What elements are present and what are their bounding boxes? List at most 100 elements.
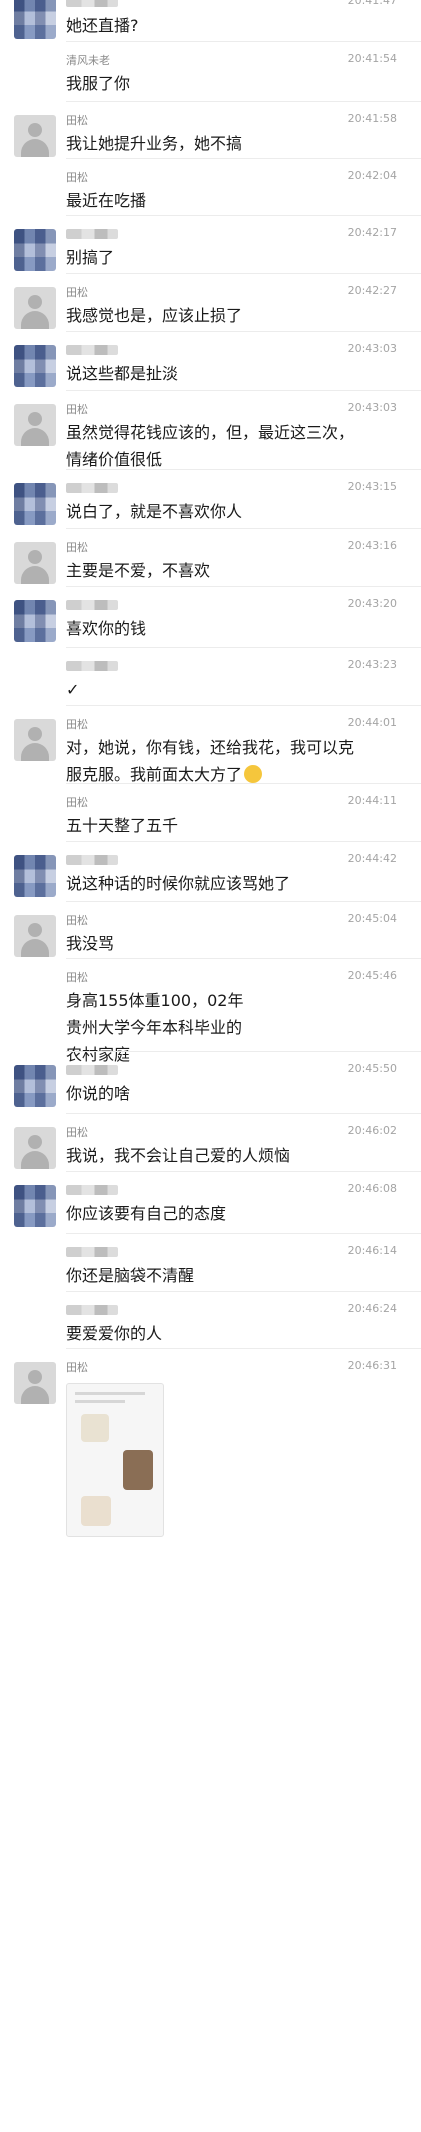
- sender-name-redacted: [66, 600, 118, 610]
- sender-avatar[interactable]: [14, 719, 56, 761]
- chat-message[interactable]: 田松 20:44:11 五十天整了五千: [0, 784, 421, 842]
- sender-name: 田松: [66, 541, 88, 554]
- chat-message[interactable]: 20:46:08 你应该要有自己的态度: [0, 1172, 421, 1234]
- sender-name-redacted: [66, 1185, 118, 1195]
- image-attachment[interactable]: [66, 1383, 164, 1537]
- chat-message[interactable]: 20:41:47 她还直播?: [0, 0, 421, 42]
- chat-message[interactable]: 20:45:50 你说的啥: [0, 1052, 421, 1114]
- sender-avatar[interactable]: [14, 287, 56, 329]
- avatar-body-shape: [21, 1386, 49, 1404]
- chat-message[interactable]: 20:43:23 ✓: [0, 648, 421, 706]
- message-text-content: 说这种话的时候你就应该骂她了: [66, 874, 291, 893]
- chat-message[interactable]: 田松 20:45:46 身高155体重100，02年 贵州大学今年本科毕业的 农村家…: [0, 959, 421, 1064]
- sender-avatar[interactable]: [14, 600, 56, 642]
- chat-message[interactable]: 20:44:42 说这种话的时候你就应该骂她了: [0, 842, 421, 902]
- chat-message[interactable]: 田松 20:45:04 我没骂: [0, 902, 421, 959]
- thumb-text-line: [75, 1392, 145, 1395]
- message-text-content: 我服了你: [66, 74, 131, 93]
- sender-avatar[interactable]: [14, 115, 56, 157]
- sender-avatar[interactable]: [14, 1185, 56, 1227]
- message-text: 五十天整了五千: [66, 812, 401, 839]
- avatar-body-shape: [21, 139, 49, 157]
- sender-avatar[interactable]: [14, 855, 56, 897]
- sender-name: 清风未老: [66, 54, 110, 67]
- message-text: 她还直播?: [66, 12, 401, 39]
- sender-name-redacted: [66, 483, 118, 493]
- sender-avatar[interactable]: [14, 1362, 56, 1404]
- crying-face-emoji-icon: [244, 765, 263, 783]
- message-timestamp: 20:46:24: [347, 1302, 397, 1315]
- chat-message[interactable]: 20:46:24 要爱爱你的人: [0, 1292, 421, 1349]
- chat-message[interactable]: 田松 20:41:58 我让她提升业务，她不搞: [0, 102, 421, 159]
- chat-message[interactable]: 田松 20:42:04 最近在吃播: [0, 159, 421, 216]
- sender-avatar[interactable]: [14, 55, 56, 97]
- message-text-content: 你应该要有自己的态度: [66, 1204, 227, 1223]
- sender-avatar[interactable]: [14, 345, 56, 387]
- message-text-content: 主要是不爱，不喜欢: [66, 561, 211, 580]
- chat-message[interactable]: 20:43:15 说白了，就是不喜欢你人: [0, 470, 421, 529]
- chat-history: 20:41:47 她还直播? 清风未老 20:41:54 我服了你 田松 20:41:58 我…: [0, 0, 421, 2132]
- message-timestamp: 20:45:04: [347, 912, 397, 925]
- message-text-content: 最近在吃播: [66, 191, 147, 210]
- sender-avatar[interactable]: [14, 1247, 56, 1289]
- sender-avatar[interactable]: [14, 972, 56, 1014]
- avatar-body-shape: [21, 1151, 49, 1169]
- chat-message[interactable]: 田松 20:46:31: [0, 1349, 421, 1554]
- message-text: 要爱爱你的人: [66, 1320, 401, 1347]
- sender-name-redacted: [66, 0, 118, 7]
- message-text-content: 她还直播?: [66, 16, 139, 35]
- avatar-body-shape: [21, 939, 49, 957]
- avatar-head-shape: [28, 1135, 42, 1149]
- message-text-content: 我让她提升业务，她不搞: [66, 134, 243, 153]
- message-text-content: 我感觉也是，应该止损了: [66, 306, 243, 325]
- sender-name-redacted: [66, 1305, 118, 1315]
- sender-avatar[interactable]: [14, 1127, 56, 1169]
- message-text-content: 我没骂: [66, 934, 115, 953]
- avatar-head-shape: [28, 412, 42, 426]
- message-text-content: ✓: [66, 680, 80, 699]
- chat-message[interactable]: 20:43:20 喜欢你的钱: [0, 587, 421, 648]
- chat-message[interactable]: 20:43:03 说这些都是扯淡: [0, 332, 421, 391]
- sender-avatar[interactable]: [14, 172, 56, 214]
- sender-avatar[interactable]: [14, 661, 56, 703]
- sender-avatar[interactable]: [14, 915, 56, 957]
- sender-avatar[interactable]: [14, 797, 56, 839]
- message-text: 说白了，就是不喜欢你人: [66, 498, 401, 525]
- message-text-content: 说白了，就是不喜欢你人: [66, 502, 243, 521]
- sender-avatar[interactable]: [14, 483, 56, 525]
- sender-avatar[interactable]: [14, 1305, 56, 1347]
- sender-name-redacted: [66, 855, 118, 865]
- message-timestamp: 20:44:42: [347, 852, 397, 865]
- chat-message[interactable]: 20:42:17 别搞了: [0, 216, 421, 274]
- message-text-content: 说这些都是扯淡: [66, 364, 179, 383]
- message-timestamp: 20:43:15: [347, 480, 397, 493]
- sender-avatar[interactable]: [14, 229, 56, 271]
- chat-message[interactable]: 田松 20:43:16 主要是不爱，不喜欢: [0, 529, 421, 587]
- avatar-body-shape: [21, 566, 49, 584]
- sender-name: 田松: [66, 914, 88, 927]
- sender-avatar[interactable]: [14, 0, 56, 39]
- sender-name: 田松: [66, 1361, 88, 1374]
- chat-message[interactable]: 清风未老 20:41:54 我服了你: [0, 42, 421, 102]
- avatar-head-shape: [28, 727, 42, 741]
- message-timestamp: 20:45:50: [347, 1062, 397, 1075]
- chat-message[interactable]: 田松 20:42:27 我感觉也是，应该止损了: [0, 274, 421, 332]
- sender-avatar[interactable]: [14, 404, 56, 446]
- message-text-content: 对，她说，你有钱，还给我花，我可以克 服克服。我前面太大方了: [66, 738, 355, 784]
- avatar-head-shape: [28, 1370, 42, 1384]
- chat-message[interactable]: 田松 20:43:03 虽然觉得花钱应该的，但，最近这三次， 情绪价值很低: [0, 391, 421, 470]
- sender-avatar[interactable]: [14, 542, 56, 584]
- sender-name: 田松: [66, 114, 88, 127]
- thumb-text-line: [75, 1400, 125, 1403]
- message-text: 你还是脑袋不清醒: [66, 1262, 401, 1289]
- message-text-content: 喜欢你的钱: [66, 619, 147, 638]
- message-timestamp: 20:46:02: [347, 1124, 397, 1137]
- chat-message[interactable]: 田松 20:46:02 我说，我不会让自己爱的人烦恼: [0, 1114, 421, 1172]
- sender-name: 田松: [66, 796, 88, 809]
- message-text: 说这些都是扯淡: [66, 360, 401, 387]
- message-timestamp: 20:44:11: [347, 794, 397, 807]
- chat-message[interactable]: 田松 20:44:01 对，她说，你有钱，还给我花，我可以克 服克服。我前面太大方了: [0, 706, 421, 784]
- sender-avatar[interactable]: [14, 1065, 56, 1107]
- message-timestamp: 20:46:08: [347, 1182, 397, 1195]
- chat-message[interactable]: 20:46:14 你还是脑袋不清醒: [0, 1234, 421, 1292]
